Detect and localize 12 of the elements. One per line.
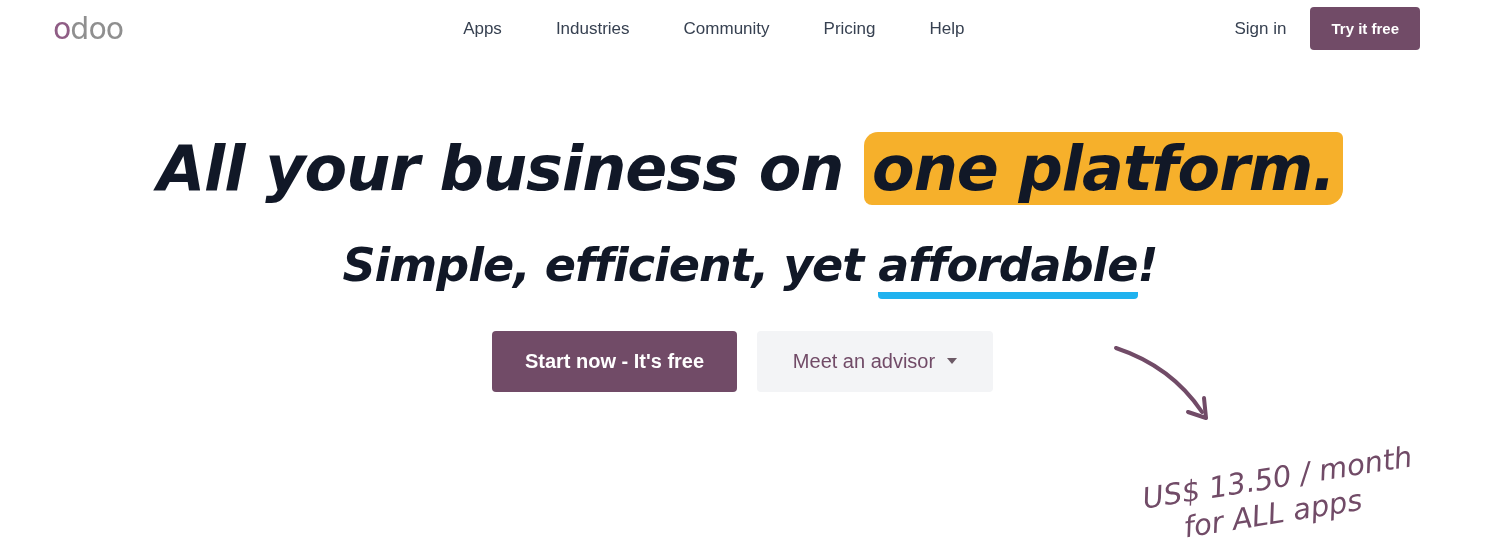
nav-link[interactable]: Pricing [823,18,876,39]
nav-link[interactable]: Help [929,18,965,39]
nav-link[interactable]: Apps [463,18,502,39]
try-free-button[interactable]: Try it free [1310,7,1420,50]
advisor-dropdown-button[interactable]: Meet an advisor [757,330,993,392]
subtitle: Simple, efficient, yet affordable! [336,233,1164,307]
caret-icon [947,358,958,365]
nav-link[interactable]: Community [683,18,770,39]
start-button[interactable]: Start now - It's free [492,330,737,392]
sign-in-link[interactable]: Sign in [1234,18,1287,39]
nav-link[interactable]: Industries [555,18,630,39]
logo[interactable]: odoo [53,13,124,44]
